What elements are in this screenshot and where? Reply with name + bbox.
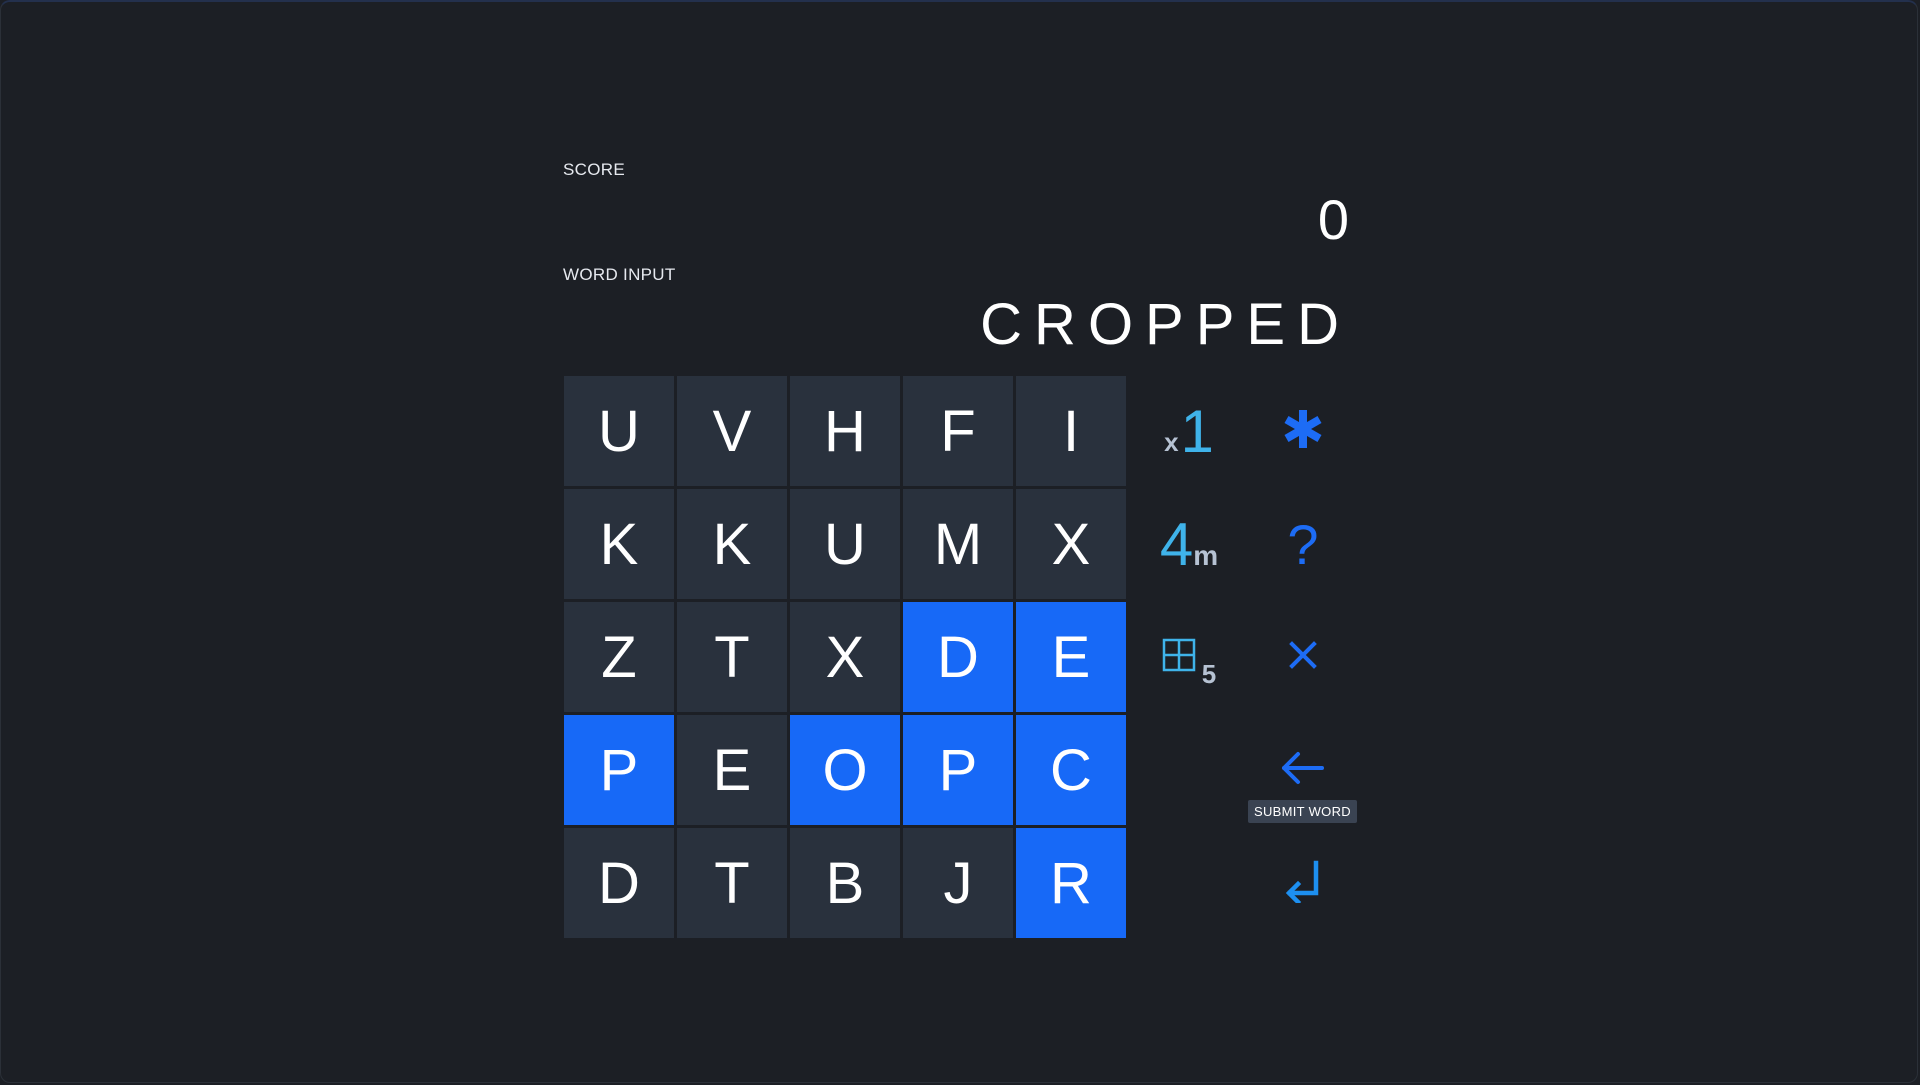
- enter-icon: [1282, 859, 1324, 908]
- hint-button[interactable]: ?: [1247, 489, 1359, 599]
- grid-size-value: 5: [1201, 658, 1217, 689]
- close-icon: [1287, 639, 1319, 676]
- word-input-value: CROPPED: [980, 292, 1351, 357]
- letter-tile[interactable]: D: [903, 602, 1013, 712]
- letter-tile[interactable]: K: [677, 489, 787, 599]
- letter-tile[interactable]: J: [903, 828, 1013, 938]
- letter-tile[interactable]: O: [790, 715, 900, 825]
- letter-tile[interactable]: V: [677, 376, 787, 486]
- multiplier-prefix: x: [1164, 426, 1179, 457]
- letter-tile[interactable]: K: [564, 489, 674, 599]
- submit-word-button[interactable]: [1247, 828, 1359, 938]
- letter-tile[interactable]: Z: [564, 602, 674, 712]
- game-window: SCORE 0 WORD INPUT CROPPED UVHFIKKUMXZTX…: [0, 0, 1918, 1083]
- multiplier-value: 1: [1180, 397, 1214, 465]
- score-value: 0: [1317, 188, 1349, 251]
- clear-button[interactable]: [1247, 602, 1359, 712]
- arrow-left-icon: [1280, 750, 1326, 791]
- word-input-label: WORD INPUT: [563, 265, 676, 284]
- letter-tile[interactable]: E: [1016, 602, 1126, 712]
- asterisk-icon: [1281, 407, 1325, 456]
- letter-tile[interactable]: U: [564, 376, 674, 486]
- letter-tile[interactable]: I: [1016, 376, 1126, 486]
- grid-size-indicator: 5: [1131, 602, 1247, 712]
- time-remaining: 4 m: [1131, 489, 1247, 599]
- multiplier-indicator: x 1: [1131, 376, 1247, 486]
- letter-tile[interactable]: C: [1016, 715, 1126, 825]
- letter-tile[interactable]: B: [790, 828, 900, 938]
- time-value: 4: [1159, 510, 1194, 578]
- letter-tile[interactable]: T: [677, 828, 787, 938]
- letter-tile[interactable]: F: [903, 376, 1013, 486]
- letter-grid: UVHFIKKUMXZTXDEPEOPCDTBJR: [564, 376, 1126, 938]
- letter-tile[interactable]: T: [677, 602, 787, 712]
- question-mark-icon: ?: [1287, 512, 1319, 576]
- time-unit: m: [1193, 540, 1219, 571]
- wildcard-button[interactable]: [1247, 376, 1359, 486]
- score-label: SCORE: [563, 160, 625, 179]
- letter-tile[interactable]: D: [564, 828, 674, 938]
- letter-tile[interactable]: P: [564, 715, 674, 825]
- letter-tile[interactable]: R: [1016, 828, 1126, 938]
- grid-icon: [1162, 638, 1196, 677]
- letter-tile[interactable]: X: [1016, 489, 1126, 599]
- submit-word-tooltip: SUBMIT WORD: [1248, 800, 1357, 823]
- letter-tile[interactable]: M: [903, 489, 1013, 599]
- letter-tile[interactable]: H: [790, 376, 900, 486]
- letter-tile[interactable]: P: [903, 715, 1013, 825]
- letter-tile[interactable]: X: [790, 602, 900, 712]
- letter-tile[interactable]: E: [677, 715, 787, 825]
- letter-tile[interactable]: U: [790, 489, 900, 599]
